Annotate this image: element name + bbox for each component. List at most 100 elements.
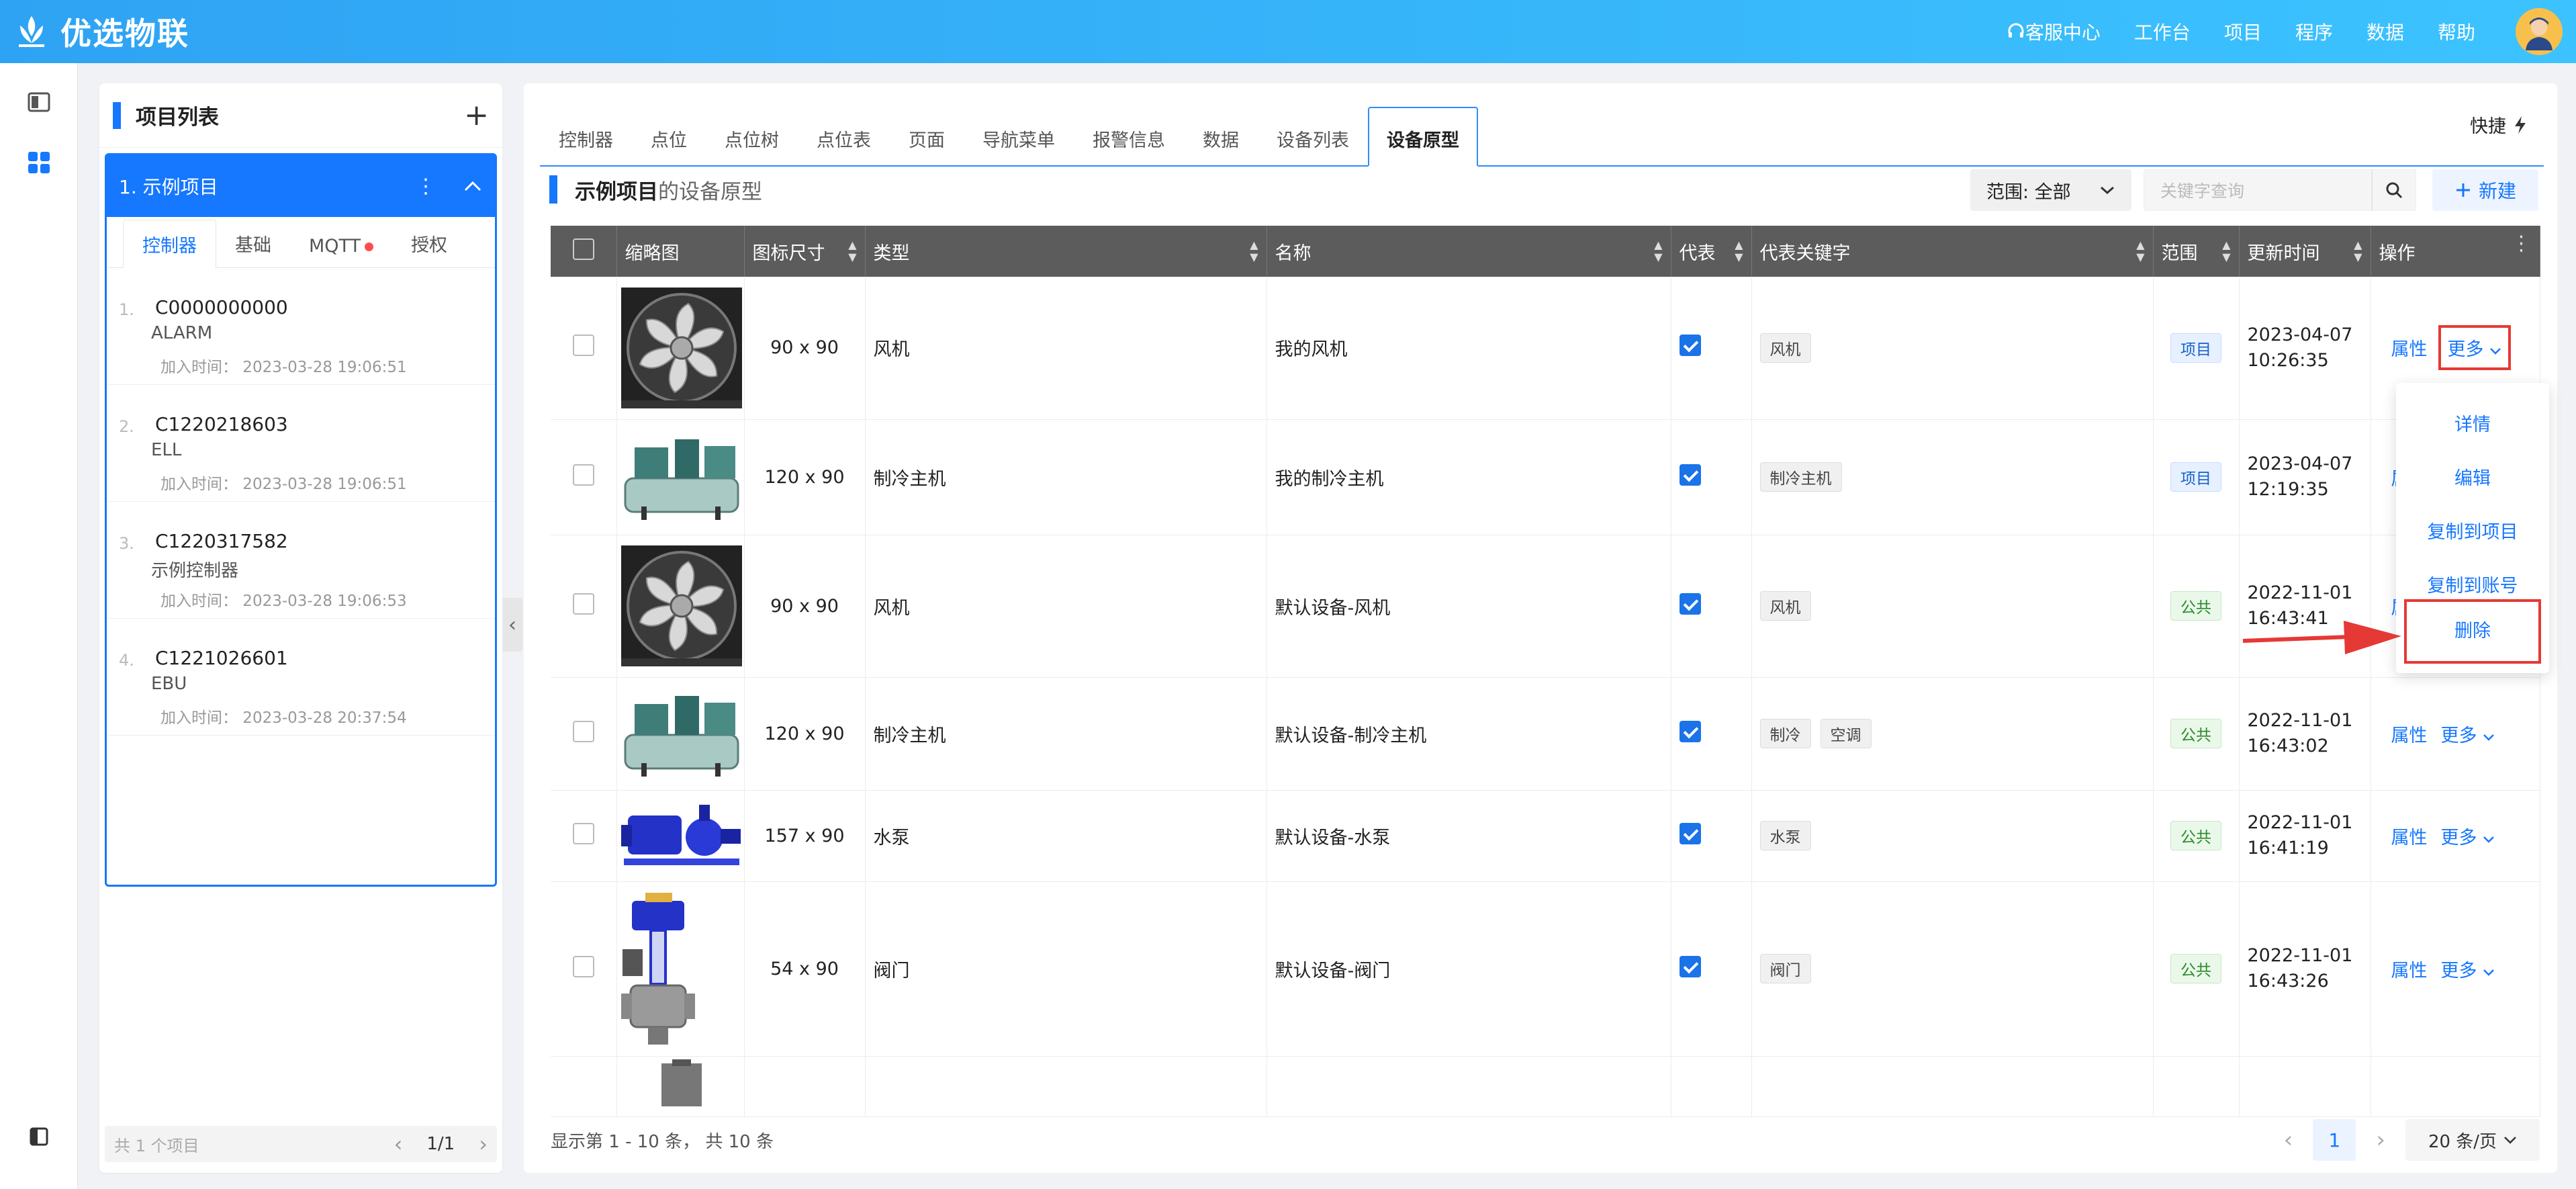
scope-badge: 公共 [2170, 954, 2221, 983]
col-keywords[interactable]: 代表关键字 ▲ ▼ [1751, 226, 2154, 277]
attributes-link[interactable]: 属性 [2391, 339, 2428, 360]
collapse-panel-handle[interactable]: ‹ [502, 598, 522, 652]
col-representative[interactable]: 代表 ▲ ▼ [1671, 226, 1752, 277]
device-name: 我的风机 [1267, 277, 1671, 420]
col-updated[interactable]: 更新时间 ▲ ▼ [2239, 226, 2371, 277]
tab-mqtt[interactable]: MQTT [290, 236, 392, 267]
more-button[interactable]: 更多 [2441, 721, 2495, 747]
tab-controller[interactable]: 控制器 [540, 126, 632, 165]
representative-checkbox[interactable] [1679, 955, 1701, 977]
table-row[interactable]: 157 x 90 水泵 默认设备-水泵 水泵 公共 2022-11-01 16:41:19 属… [551, 790, 2540, 882]
search-input[interactable]: 关键字查询 [2144, 169, 2372, 211]
col-icon-size[interactable]: 图标尺寸 ▲ ▼ [744, 226, 866, 277]
attributes-link[interactable]: 属性 [2391, 725, 2428, 746]
prev-page-icon[interactable]: ‹ [394, 1131, 403, 1157]
row-checkbox[interactable] [572, 822, 594, 844]
avatar[interactable] [2516, 8, 2563, 55]
project-card-header[interactable]: 1. 示例项目 ⋮ [107, 155, 495, 217]
tab-controller[interactable]: 控制器 [123, 220, 216, 268]
tab-nav-menu[interactable]: 导航菜单 [964, 126, 1074, 165]
row-checkbox[interactable] [572, 955, 594, 977]
representative-checkbox[interactable] [1679, 822, 1701, 844]
attributes-link[interactable]: 属性 [2391, 828, 2428, 848]
row-checkbox[interactable] [572, 464, 594, 486]
tab-alarm[interactable]: 报警信息 [1074, 126, 1184, 165]
chevron-up-icon[interactable] [463, 179, 483, 193]
page-size-select[interactable]: 20 条/页 [2405, 1119, 2540, 1161]
attributes-link[interactable]: 属性 [2391, 961, 2428, 981]
tab-data[interactable]: 数据 [1184, 126, 1258, 165]
row-select-cell [551, 277, 617, 420]
controller-item[interactable]: 3. C1220317582 示例控制器 加入时间： 2023-03-28 19:06… [107, 502, 495, 619]
tab-point-tree[interactable]: 点位树 [706, 126, 798, 165]
brand[interactable]: 优选物联 [13, 9, 189, 54]
table-pager: ‹ 1 › 20 条/页 [2284, 1116, 2540, 1163]
controller-item[interactable]: 2. C1220218603 ELL 加入时间： 2023-03-28 19:06:5… [107, 385, 495, 502]
table-row[interactable]: 54 x 90 阀门 默认设备-阀门 阀门 公共 2022-11-01 16:43:26 属性… [551, 881, 2540, 1057]
table-row[interactable]: 120 x 90 制冷主机 默认设备-制冷主机 制冷 空调 公共 2022-11-01 16:… [551, 677, 2540, 791]
menu-item-copy-to-account[interactable]: 复制到账号 [2396, 571, 2549, 597]
nav-workbench[interactable]: 工作台 [2134, 18, 2191, 45]
row-checkbox[interactable] [572, 720, 594, 742]
nav-project[interactable]: 项目 [2224, 18, 2262, 45]
kebab-menu-icon[interactable]: ⋮ [416, 175, 436, 198]
col-scope[interactable]: 范围 ▲ ▼ [2153, 226, 2240, 277]
column-settings-icon[interactable]: ⋮ [2512, 234, 2532, 254]
tab-page[interactable]: 页面 [890, 126, 964, 165]
next-page-icon[interactable]: › [2376, 1127, 2385, 1153]
next-page-icon[interactable]: › [479, 1131, 488, 1157]
row-select-cell [551, 419, 617, 535]
representative-checkbox[interactable] [1679, 464, 1701, 486]
table-row[interactable]: 90 x 90风机默认设备-风机风机公共2022-11-0116:43:41属性… [551, 535, 2540, 678]
tab-auth[interactable]: 授权 [392, 230, 466, 267]
representative-checkbox[interactable] [1679, 592, 1701, 615]
table-footer: 显示第 1 - 10 条， 共 10 条 ‹ 1 › 20 条/页 [551, 1116, 2540, 1163]
book-icon[interactable] [26, 89, 52, 116]
col-name[interactable]: 名称 ▲ ▼ [1267, 226, 1671, 277]
representative-checkbox[interactable] [1679, 335, 1701, 357]
select-all-checkbox[interactable] [572, 238, 594, 260]
more-button[interactable]: 更多 [2441, 956, 2495, 982]
menu-item-copy-to-project[interactable]: 复制到项目 [2396, 517, 2549, 543]
prototype-table: 缩略图 图标尺寸 ▲ ▼ 类型 ▲ ▼ 名称 ▲ ▼ 代表 ▲ ▼ 代表关键字 ▲ ▼ 范围 ▲ ▼ 更… [551, 226, 2540, 1117]
prev-page-icon[interactable]: ‹ [2284, 1127, 2293, 1153]
nav-support[interactable]: 客服中心 [2007, 18, 2101, 45]
col-type[interactable]: 类型 ▲ ▼ [865, 226, 1267, 277]
representative-checkbox[interactable] [1679, 720, 1701, 742]
scope-cell: 公共 [2153, 535, 2240, 678]
add-project-button[interactable]: + [464, 100, 489, 130]
chevron-down-icon [2483, 969, 2494, 976]
tab-point-table[interactable]: 点位表 [798, 126, 890, 165]
tab-point[interactable]: 点位 [632, 126, 706, 165]
menu-item-delete[interactable]: 删除 [2404, 599, 2541, 664]
search-button[interactable] [2372, 169, 2416, 211]
sort-icon: ▲ ▼ [1654, 238, 1663, 263]
sort-icon: ▲ ▼ [1735, 238, 1743, 263]
dashboard-icon[interactable] [26, 149, 52, 176]
controller-item[interactable]: 1. C0000000000 ALARM 加入时间： 2023-03-28 19:06… [107, 268, 495, 385]
quick-button[interactable]: 快捷 [2470, 112, 2528, 138]
more-button[interactable]: 更多 [2438, 325, 2512, 371]
tab-device-prototype[interactable]: 设备原型 [1368, 107, 1478, 167]
new-button[interactable]: 新建 [2432, 169, 2538, 211]
controller-name: ELL [151, 440, 182, 460]
menu-item-details[interactable]: 详情 [2396, 410, 2549, 436]
nav-program[interactable]: 程序 [2295, 18, 2333, 45]
scope-select[interactable]: 范围: 全部 [1970, 169, 2131, 211]
new-button-label: 新建 [2478, 180, 2516, 202]
table-row[interactable]: 120 x 90 制冷主机 我的制冷主机 制冷主机 项目 2023-04-07 12:19:… [551, 419, 2540, 535]
tab-basic[interactable]: 基础 [216, 230, 290, 267]
nav-help[interactable]: 帮助 [2438, 18, 2475, 45]
sidebar-toggle-icon[interactable] [26, 1123, 52, 1150]
controller-join-time: 加入时间： 2023-03-28 19:06:51 [160, 359, 407, 376]
table-row[interactable] [551, 1056, 2540, 1117]
row-checkbox[interactable] [572, 592, 594, 615]
more-button[interactable]: 更多 [2441, 823, 2495, 849]
menu-item-edit[interactable]: 编辑 [2396, 464, 2549, 490]
row-checkbox[interactable] [572, 335, 594, 357]
nav-data[interactable]: 数据 [2366, 18, 2404, 45]
table-row[interactable]: 90 x 90 风机 我的风机 风机 项目 2023-04-07 10:26:35 属性 更多 [551, 277, 2540, 420]
current-page[interactable]: 1 [2313, 1119, 2356, 1161]
controller-item[interactable]: 4. C1221026601 EBU 加入时间： 2023-03-28 20:37:5… [107, 619, 495, 736]
tab-device-list[interactable]: 设备列表 [1258, 126, 1368, 165]
